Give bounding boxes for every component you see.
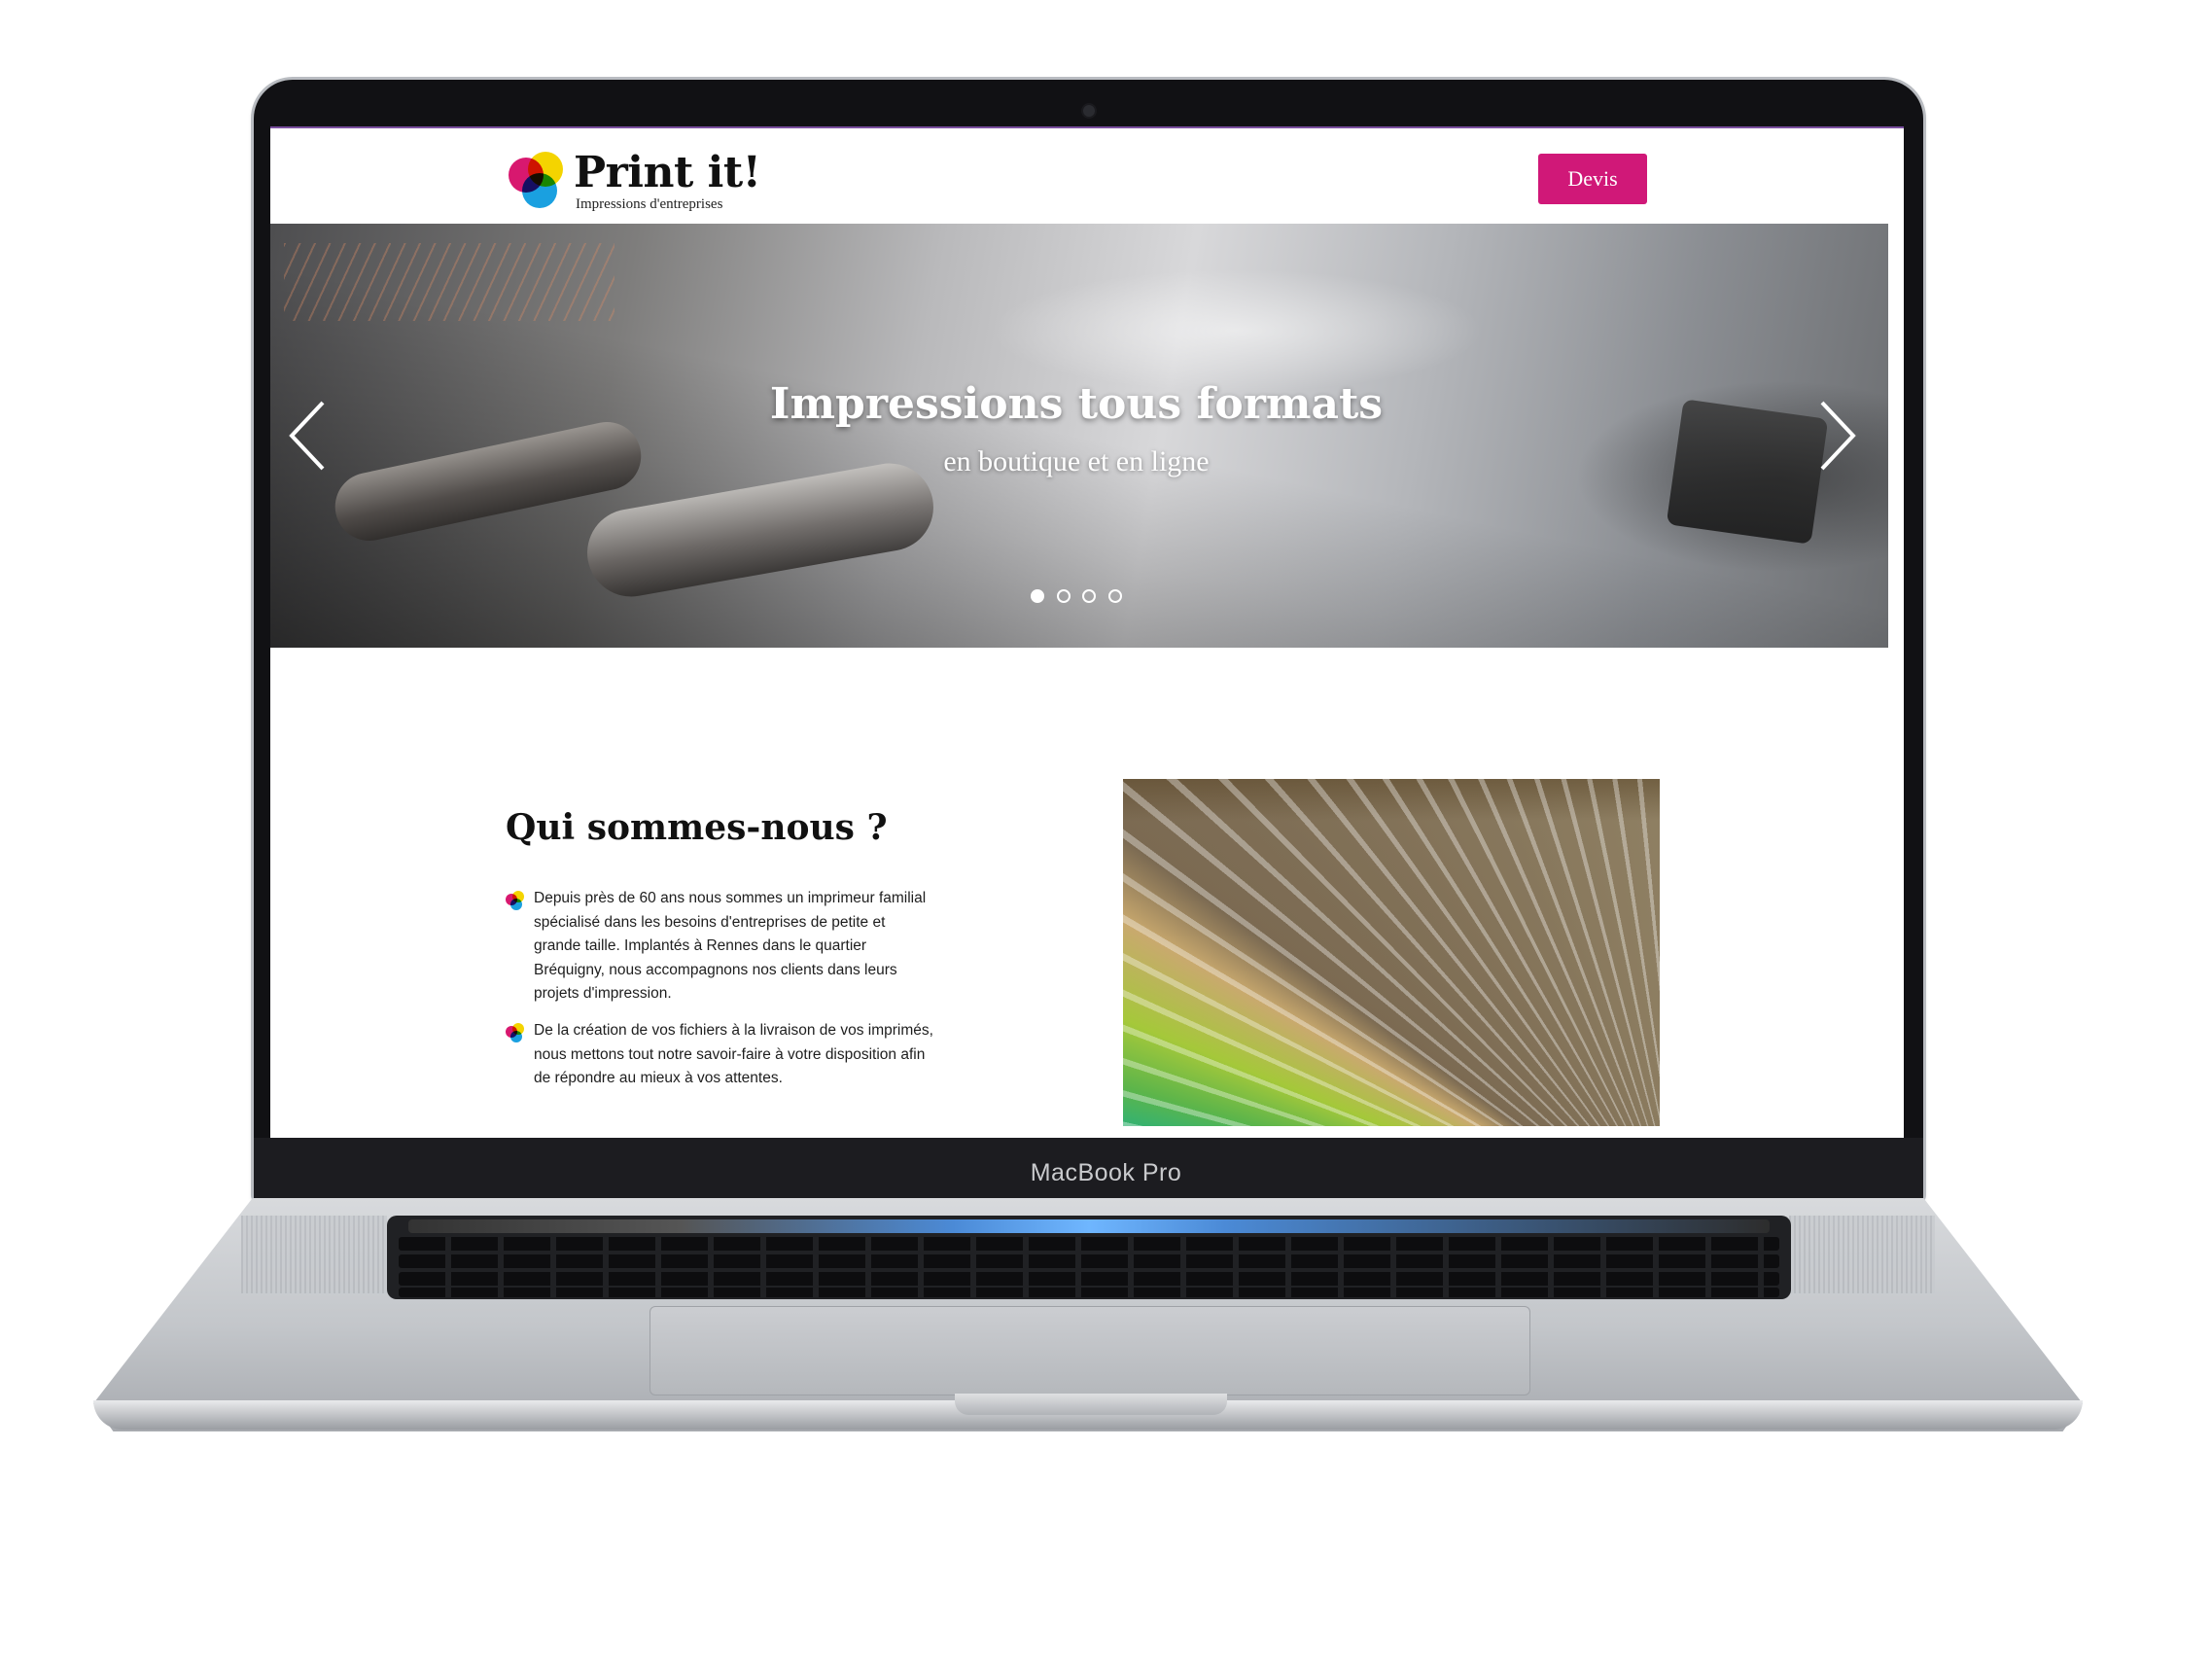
about-title: Qui sommes-nous ? bbox=[506, 807, 888, 848]
logo-title[interactable]: Print it! bbox=[574, 148, 761, 197]
about-text: Depuis près de 60 ans nous sommes un imp… bbox=[534, 890, 927, 1002]
cmyk-dots-icon bbox=[506, 891, 525, 910]
lid-notch bbox=[955, 1394, 1227, 1415]
cmyk-dots-icon bbox=[506, 1023, 525, 1042]
carousel-dot-3[interactable] bbox=[1082, 589, 1097, 603]
key-row bbox=[399, 1288, 1779, 1297]
hero-carousel: Impressions tous formats en boutique et … bbox=[270, 224, 1888, 648]
speaker-grille-right bbox=[1789, 1216, 1935, 1293]
key-row bbox=[399, 1237, 1779, 1251]
carousel-indicators bbox=[270, 589, 1888, 608]
about-paragraph-1: Depuis près de 60 ans nous sommes un imp… bbox=[506, 887, 933, 1007]
touch-bar bbox=[408, 1219, 1770, 1233]
devis-button[interactable]: Devis bbox=[1538, 154, 1647, 204]
site-header: Print it! Impressions d'entreprises Devi… bbox=[270, 126, 1904, 226]
about-paragraph-2: De la création de vos fichiers à la livr… bbox=[506, 1019, 933, 1091]
hero-subtitle: en boutique et en ligne bbox=[943, 445, 1210, 477]
color-swatch-image bbox=[1123, 779, 1660, 1126]
carousel-dot-4[interactable] bbox=[1107, 589, 1122, 603]
hero-image-sparks bbox=[284, 243, 614, 321]
logo-icon[interactable] bbox=[509, 152, 567, 210]
chevron-left-icon[interactable] bbox=[284, 397, 333, 475]
hero-image-roller bbox=[579, 456, 941, 604]
carousel-dot-2[interactable] bbox=[1056, 589, 1071, 603]
logo-subtitle: Impressions d'entreprises bbox=[576, 196, 723, 212]
screen: Print it! Impressions d'entreprises Devi… bbox=[270, 126, 1904, 1138]
about-text: De la création de vos fichiers à la livr… bbox=[534, 1022, 933, 1086]
hero-title: Impressions tous formats bbox=[769, 379, 1384, 429]
carousel-dot-1[interactable] bbox=[1031, 589, 1045, 603]
trackpad bbox=[650, 1306, 1530, 1395]
camera-icon bbox=[1081, 103, 1097, 119]
speaker-grille-left bbox=[241, 1216, 387, 1293]
chevron-right-icon[interactable] bbox=[1812, 397, 1861, 475]
key-row bbox=[399, 1272, 1779, 1286]
key-row bbox=[399, 1254, 1779, 1268]
device-label: MacBook Pro bbox=[1030, 1159, 1182, 1186]
